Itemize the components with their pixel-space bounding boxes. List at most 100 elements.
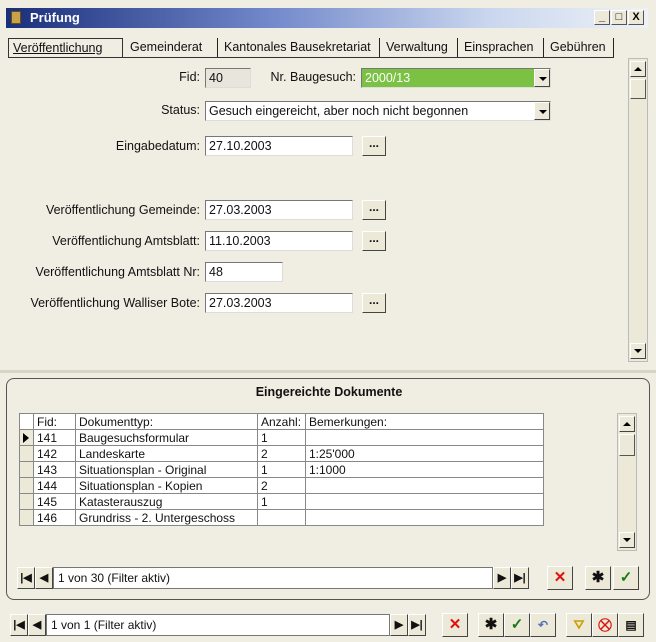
cell-dokumenttyp[interactable]: Situationsplan - Original	[75, 461, 258, 478]
save-record-icon[interactable]: ✓	[613, 566, 639, 590]
cell-bemerkungen[interactable]: 1:25'000	[305, 445, 544, 462]
column-header-fid[interactable]: Fid:	[33, 413, 76, 430]
last-record-icon[interactable]: ▶|	[511, 567, 529, 589]
cell-anzahl[interactable]: 1	[257, 493, 306, 510]
section-divider	[0, 370, 656, 373]
cell-bemerkungen[interactable]	[305, 493, 544, 510]
maximize-button[interactable]: □	[611, 10, 627, 25]
amtsblatt-date-button[interactable]: ...	[362, 231, 386, 251]
tab-gemeinderat[interactable]: Gemeinderat	[126, 38, 218, 57]
table-row[interactable]: 143 Situationsplan - Original 1 1:1000	[19, 461, 544, 478]
table-scroll-thumb[interactable]	[619, 434, 635, 456]
cell-fid[interactable]: 143	[33, 461, 76, 478]
cell-anzahl[interactable]: 2	[257, 445, 306, 462]
last-record-icon[interactable]: ▶|	[408, 614, 426, 636]
cell-bemerkungen[interactable]	[305, 429, 544, 446]
table-row[interactable]: 146 Grundriss - 2. Untergeschoss	[19, 509, 544, 526]
cell-fid[interactable]: 142	[33, 445, 76, 462]
baugesuch-label: Nr. Baugesuch:	[270, 70, 356, 84]
current-record-icon	[23, 433, 29, 443]
amtsblatt-nr-label: Veröffentlichung Amtsblatt Nr:	[35, 265, 200, 279]
subform-title: Eingereichte Dokumente	[255, 385, 403, 399]
cell-dokumenttyp[interactable]: Landeskarte	[75, 445, 258, 462]
eingabedatum-label: Eingabedatum:	[115, 139, 200, 153]
properties-icon[interactable]: ▤	[618, 613, 644, 637]
undo-icon[interactable]: ↶	[530, 613, 556, 637]
new-record-icon[interactable]: ✱	[585, 566, 611, 590]
previous-record-icon[interactable]: ◀	[35, 567, 53, 589]
table-scroll-up-button[interactable]	[619, 416, 635, 432]
table-row[interactable]: 142 Landeskarte 2 1:25'000	[19, 445, 544, 462]
cell-fid[interactable]: 146	[33, 509, 76, 526]
cell-anzahl[interactable]: 1	[257, 429, 306, 446]
cell-fid[interactable]: 144	[33, 477, 76, 494]
cell-bemerkungen[interactable]	[305, 477, 544, 494]
column-header-anzahl[interactable]: Anzahl:	[257, 413, 306, 430]
gemeinde-date-button[interactable]: ...	[362, 200, 386, 220]
fid-field: 40	[205, 68, 251, 88]
cell-anzahl[interactable]: 2	[257, 477, 306, 494]
cell-dokumenttyp[interactable]: Situationsplan - Kopien	[75, 477, 258, 494]
filter-icon[interactable]: ⛛	[566, 613, 592, 637]
table-scroll-down-button[interactable]	[619, 532, 635, 548]
cell-anzahl[interactable]	[257, 509, 306, 526]
walliser-bote-date-field[interactable]: 27.03.2003	[205, 293, 353, 313]
tab-underline	[8, 57, 614, 58]
tab-veroeffentlichung[interactable]: Veröffentlichung	[8, 38, 123, 57]
tab-verwaltung[interactable]: Verwaltung	[382, 38, 458, 57]
remove-filter-icon[interactable]: ⛒	[592, 613, 618, 637]
row-selector[interactable]	[19, 477, 34, 494]
form-scroll-down-button[interactable]	[630, 343, 646, 359]
row-selector[interactable]	[19, 493, 34, 510]
column-header-dokumenttyp[interactable]: Dokumenttyp:	[75, 413, 258, 430]
table-header-row: Fid: Dokumenttyp: Anzahl: Bemerkungen:	[19, 413, 544, 430]
eingabedatum-date-button[interactable]: ...	[362, 136, 386, 156]
close-button[interactable]: X	[628, 10, 644, 25]
tab-einsprachen[interactable]: Einsprachen	[460, 38, 544, 57]
gemeinde-label: Veröffentlichung Gemeinde:	[45, 203, 200, 217]
cell-fid[interactable]: 145	[33, 493, 76, 510]
delete-record-icon[interactable]: ✕	[442, 613, 468, 637]
walliser-bote-date-button[interactable]: ...	[362, 293, 386, 313]
previous-record-icon[interactable]: ◀	[28, 614, 46, 636]
form-scroll-up-button[interactable]	[630, 61, 646, 77]
form-scroll-thumb[interactable]	[630, 79, 646, 99]
first-record-icon[interactable]: |◀	[17, 567, 35, 589]
table-scrollbar[interactable]	[617, 413, 637, 551]
save-record-icon[interactable]: ✓	[504, 613, 530, 637]
cell-fid[interactable]: 141	[33, 429, 76, 446]
subform-navigation: |◀ ◀ 1 von 30 (Filter aktiv) ▶ ▶| ✕ ✱ ✓	[17, 566, 641, 590]
row-selector[interactable]	[19, 445, 34, 462]
amtsblatt-date-field[interactable]: 11.10.2003	[205, 231, 353, 251]
cell-bemerkungen[interactable]	[305, 509, 544, 526]
subform-record-counter: 1 von 30 (Filter aktiv)	[53, 567, 493, 589]
new-record-icon[interactable]: ✱	[478, 613, 504, 637]
eingabedatum-field[interactable]: 27.10.2003	[205, 136, 353, 156]
cell-dokumenttyp[interactable]: Baugesuchsformular	[75, 429, 258, 446]
next-record-icon[interactable]: ▶	[390, 614, 408, 636]
form-scrollbar[interactable]	[628, 58, 648, 362]
status-select[interactable]: Gesuch eingereicht, aber noch nicht bego…	[205, 101, 551, 121]
baugesuch-select[interactable]: 2000/13	[361, 68, 551, 88]
cell-bemerkungen[interactable]: 1:1000	[305, 461, 544, 478]
column-header-bemerkungen[interactable]: Bemerkungen:	[305, 413, 544, 430]
cell-dokumenttyp[interactable]: Grundriss - 2. Untergeschoss	[75, 509, 258, 526]
baugesuch-dropdown-button[interactable]	[534, 69, 550, 87]
tab-gebuehren[interactable]: Gebühren	[546, 38, 614, 57]
row-selector[interactable]	[19, 509, 34, 526]
delete-record-icon[interactable]: ✕	[547, 566, 573, 590]
first-record-icon[interactable]: |◀	[10, 614, 28, 636]
cell-dokumenttyp[interactable]: Katasterauszug	[75, 493, 258, 510]
table-row[interactable]: 141 Baugesuchsformular 1	[19, 429, 544, 446]
row-selector[interactable]	[19, 429, 34, 446]
amtsblatt-nr-field[interactable]: 48	[205, 262, 283, 282]
tab-kantonales-bausekretariat[interactable]: Kantonales Bausekretariat	[220, 38, 380, 57]
status-dropdown-button[interactable]	[534, 102, 550, 120]
table-row[interactable]: 144 Situationsplan - Kopien 2	[19, 477, 544, 494]
next-record-icon[interactable]: ▶	[493, 567, 511, 589]
cell-anzahl[interactable]: 1	[257, 461, 306, 478]
table-row[interactable]: 145 Katasterauszug 1	[19, 493, 544, 510]
gemeinde-date-field[interactable]: 27.03.2003	[205, 200, 353, 220]
minimize-button[interactable]: _	[594, 10, 610, 25]
row-selector[interactable]	[19, 461, 34, 478]
